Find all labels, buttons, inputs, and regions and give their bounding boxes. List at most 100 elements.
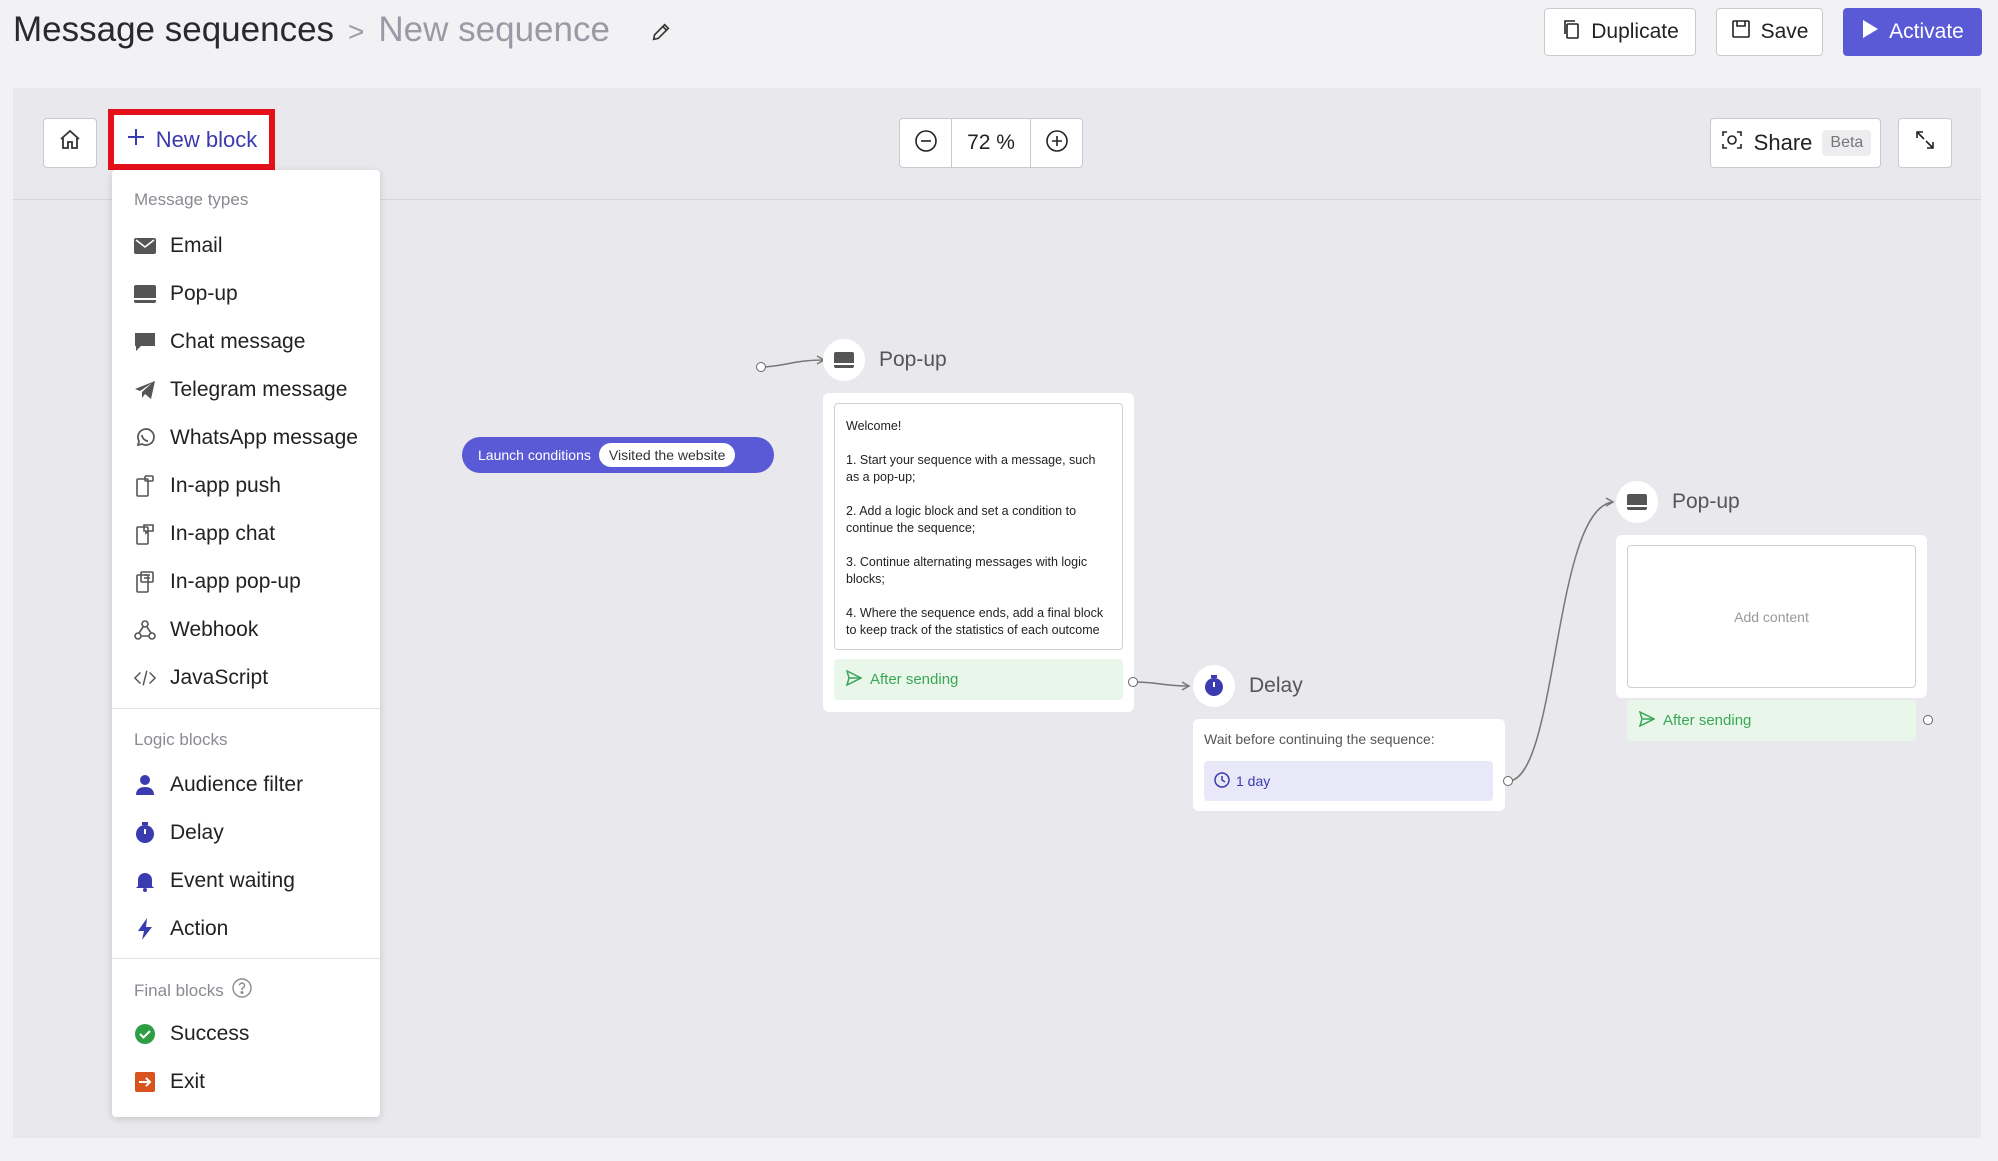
launch-value: Visited the website: [598, 443, 736, 467]
after-sending-label: After sending: [870, 671, 959, 688]
popup-icon: [134, 283, 156, 305]
menu-item-email[interactable]: Email: [134, 229, 223, 263]
final-blocks-heading: Final blocks: [134, 980, 224, 1000]
menu-item-label: Email: [170, 234, 223, 257]
menu-item-action[interactable]: Action: [134, 912, 228, 946]
after-sending-output[interactable]: After sending: [1627, 700, 1916, 741]
popup-content-preview[interactable]: Welcome! 1. Start your sequence with a m…: [834, 403, 1123, 650]
delay-output-port[interactable]: [1503, 776, 1513, 786]
menu-divider: [112, 958, 380, 959]
floppy-icon: [1731, 19, 1751, 45]
popup2-output-port[interactable]: [1923, 715, 1933, 725]
menu-section-final-blocks: Final blocks: [134, 978, 252, 1003]
menu-item-label: Chat message: [170, 330, 306, 353]
in-app-push-icon: [134, 475, 156, 497]
popup-node-title: Pop-up: [879, 348, 947, 371]
after-sending-output[interactable]: After sending: [834, 659, 1123, 700]
code-icon: [134, 667, 156, 689]
menu-item-label: In-app chat: [170, 522, 276, 545]
chat-icon: [134, 331, 156, 353]
send-icon: [1638, 710, 1656, 731]
pencil-icon[interactable]: [650, 12, 672, 52]
launch-output-port[interactable]: [756, 362, 766, 372]
send-icon: [845, 669, 863, 690]
play-icon: [1861, 19, 1879, 45]
popup-icon: [1616, 481, 1658, 523]
menu-item-success[interactable]: Success: [134, 1017, 249, 1051]
launch-conditions[interactable]: Launch conditions Visited the website: [462, 437, 774, 473]
check-circle-icon: [134, 1023, 156, 1045]
menu-item-popup[interactable]: Pop-up: [134, 277, 238, 311]
menu-item-label: Action: [170, 917, 229, 940]
whatsapp-icon: [134, 427, 156, 449]
delay-node-title: Delay: [1249, 674, 1303, 697]
menu-item-in-app-popup[interactable]: In-app pop-up: [134, 565, 301, 599]
duplicate-label: Duplicate: [1591, 20, 1679, 43]
menu-item-label: Success: [170, 1022, 250, 1045]
exit-icon: [134, 1071, 156, 1093]
top-bar: Message sequences > New sequence Duplicate…: [0, 0, 1998, 88]
save-label: Save: [1760, 20, 1809, 43]
menu-item-javascript[interactable]: JavaScript: [134, 661, 268, 695]
in-app-chat-icon: [134, 523, 156, 545]
sequence-name: New sequence: [378, 10, 610, 49]
in-app-popup-icon: [134, 571, 156, 593]
menu-item-in-app-chat[interactable]: In-app chat: [134, 517, 275, 551]
telegram-icon: [134, 379, 156, 401]
help-icon[interactable]: [232, 978, 252, 1003]
menu-item-webhook[interactable]: Webhook: [134, 613, 258, 647]
menu-section-logic-blocks: Logic blocks: [134, 730, 228, 749]
launch-label: Launch conditions: [478, 447, 591, 463]
menu-item-label: WhatsApp message: [170, 426, 358, 449]
menu-item-audience-filter[interactable]: Audience filter: [134, 768, 303, 802]
add-content-label: Add content: [1734, 608, 1809, 625]
after-sending-label: After sending: [1663, 712, 1752, 729]
popup2-node-header: Pop-up: [1616, 481, 1740, 523]
menu-item-delay[interactable]: Delay: [134, 816, 224, 850]
email-icon: [134, 235, 156, 257]
clock-icon: [1214, 771, 1230, 791]
menu-section-message-types: Message types: [134, 190, 249, 209]
menu-item-label: Delay: [170, 821, 224, 844]
menu-item-exit[interactable]: Exit: [134, 1065, 205, 1099]
menu-item-in-app-push[interactable]: In-app push: [134, 469, 281, 503]
menu-item-event-waiting[interactable]: Event waiting: [134, 864, 295, 898]
copy-icon: [1561, 18, 1581, 46]
popup-node-header: Pop-up: [823, 339, 947, 381]
breadcrumb: Message sequences > New sequence: [13, 10, 672, 52]
menu-item-label: Audience filter: [170, 773, 304, 796]
duplicate-button[interactable]: Duplicate: [1544, 8, 1696, 56]
menu-item-telegram[interactable]: Telegram message: [134, 373, 347, 407]
delay-node-card[interactable]: Wait before continuing the sequence: 1 d…: [1193, 719, 1505, 811]
save-button[interactable]: Save: [1716, 8, 1823, 56]
popup-output-port[interactable]: [1128, 677, 1138, 687]
delay-description: Wait before continuing the sequence:: [1204, 731, 1435, 747]
timer-icon: [1193, 665, 1235, 707]
menu-item-chat-message[interactable]: Chat message: [134, 325, 305, 359]
popup-node-card[interactable]: Welcome! 1. Start your sequence with a m…: [823, 393, 1134, 712]
bell-icon: [134, 870, 156, 892]
webhook-icon: [134, 619, 156, 641]
person-icon: [134, 774, 156, 796]
delay-value: 1 day: [1236, 773, 1271, 789]
menu-item-label: JavaScript: [170, 666, 269, 689]
delay-duration[interactable]: 1 day: [1204, 761, 1493, 801]
activate-button[interactable]: Activate: [1843, 8, 1982, 56]
activate-label: Activate: [1889, 20, 1964, 43]
breadcrumb-root[interactable]: Message sequences: [13, 10, 334, 49]
add-content-area[interactable]: Add content: [1627, 545, 1916, 688]
delay-node-header: Delay: [1193, 665, 1303, 707]
menu-item-label: In-app pop-up: [170, 570, 301, 593]
popup-icon: [823, 339, 865, 381]
new-block-menu: Message types Email Pop-up Chat message …: [112, 170, 380, 1117]
menu-item-label: Webhook: [170, 618, 259, 641]
welcome-step-3: 3. Continue alternating messages with lo…: [846, 555, 1088, 586]
menu-item-label: Pop-up: [170, 282, 238, 305]
popup2-node-title: Pop-up: [1672, 490, 1740, 513]
breadcrumb-separator-icon: >: [348, 16, 365, 47]
menu-item-whatsapp[interactable]: WhatsApp message: [134, 421, 358, 455]
welcome-step-4: 4. Where the sequence ends, add a final …: [846, 606, 1104, 637]
popup2-node-card[interactable]: Add content: [1616, 535, 1927, 698]
menu-divider: [112, 708, 380, 709]
welcome-step-1: 1. Start your sequence with a message, s…: [846, 453, 1096, 484]
